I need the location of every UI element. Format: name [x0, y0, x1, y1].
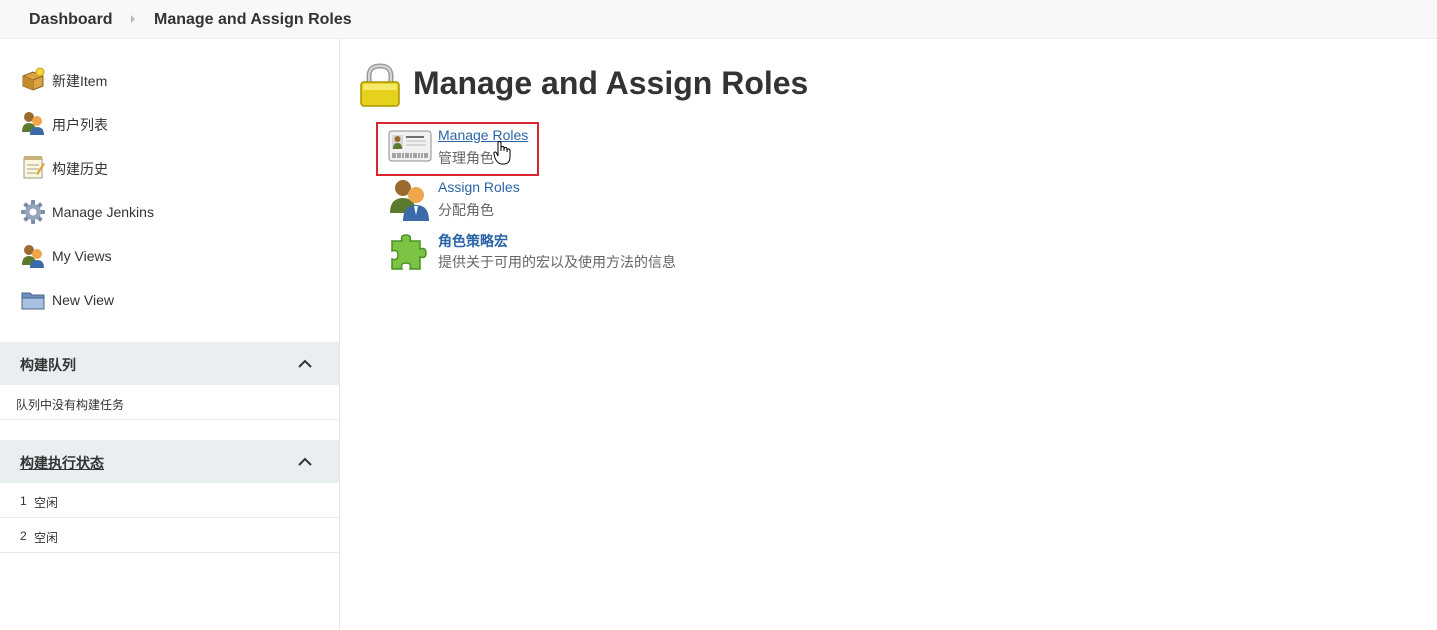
sidebar-task-label: Manage Jenkins: [52, 204, 154, 220]
build-queue-title: 构建队列: [20, 357, 76, 373]
sidebar-task-label: 构建历史: [52, 161, 108, 177]
executor-status: 空闲: [34, 531, 59, 545]
main-content: Manage and Assign Roles Manage Roles 管理角…: [341, 39, 1437, 630]
executor-row: 1 空闲: [0, 483, 339, 518]
executors-header: 构建执行状态: [0, 440, 339, 483]
sidebar-task-build-history[interactable]: 构建历史: [20, 154, 320, 180]
executor-number: 1: [20, 494, 27, 508]
users-icon: [390, 180, 429, 221]
folder-icon: [21, 292, 45, 310]
breadcrumb: Dashboard Manage and Assign Roles: [0, 0, 1437, 39]
sidebar-task-user-list[interactable]: 用户列表: [20, 110, 320, 136]
sidebar-task-label: New View: [52, 292, 114, 308]
executor-row: 2 空闲: [0, 518, 339, 553]
executor-number: 2: [20, 529, 27, 543]
executors-title[interactable]: 构建执行状态: [20, 453, 104, 473]
new-package-icon: [22, 67, 45, 91]
chevron-up-icon[interactable]: [297, 356, 313, 370]
chevron-up-icon[interactable]: [297, 454, 313, 468]
notepad-icon: [23, 156, 45, 179]
build-queue-header: 构建队列: [0, 342, 339, 385]
breadcrumb-dashboard[interactable]: Dashboard: [29, 11, 113, 29]
entry-assign-roles[interactable]: Assign Roles 分配角色: [388, 179, 708, 223]
users-icon: [22, 245, 44, 268]
assign-roles-description: 分配角色: [438, 202, 494, 218]
executor-status: 空闲: [34, 496, 59, 510]
breadcrumb-separator-icon[interactable]: [131, 15, 135, 23]
page-title: Manage and Assign Roles: [413, 65, 809, 101]
sidebar-task-my-views[interactable]: My Views: [20, 243, 320, 269]
sidebar-task-label: My Views: [52, 248, 112, 264]
sidebar-task-label: 新建Item: [52, 73, 108, 89]
assign-roles-link[interactable]: Assign Roles: [438, 179, 520, 195]
sidebar-task-new-view[interactable]: New View: [20, 287, 320, 313]
entry-role-strategy-macros[interactable]: 角色策略宏 提供关于可用的宏以及使用方法的信息: [388, 231, 708, 275]
role-strategy-macros-link[interactable]: 角色策略宏: [438, 231, 508, 251]
sidebar: 新建Item 用户列表 构建历史 Manage Jenkins My Views…: [0, 39, 340, 630]
role-strategy-macros-description: 提供关于可用的宏以及使用方法的信息: [438, 254, 676, 270]
build-queue-empty: 队列中没有构建任务: [0, 385, 339, 420]
gear-icon: [21, 200, 45, 224]
highlight-box: [376, 122, 539, 176]
puzzle-piece-icon: [391, 234, 427, 270]
hand-pointer-icon: [493, 141, 511, 165]
sidebar-task-manage-jenkins[interactable]: Manage Jenkins: [20, 199, 320, 225]
sidebar-task-new-item[interactable]: 新建Item: [20, 66, 320, 92]
sidebar-task-label: 用户列表: [52, 117, 108, 133]
build-queue-empty-text: 队列中没有构建任务: [16, 398, 125, 412]
breadcrumb-current[interactable]: Manage and Assign Roles: [154, 11, 352, 29]
padlock-icon: [360, 63, 400, 107]
users-icon: [22, 112, 44, 135]
